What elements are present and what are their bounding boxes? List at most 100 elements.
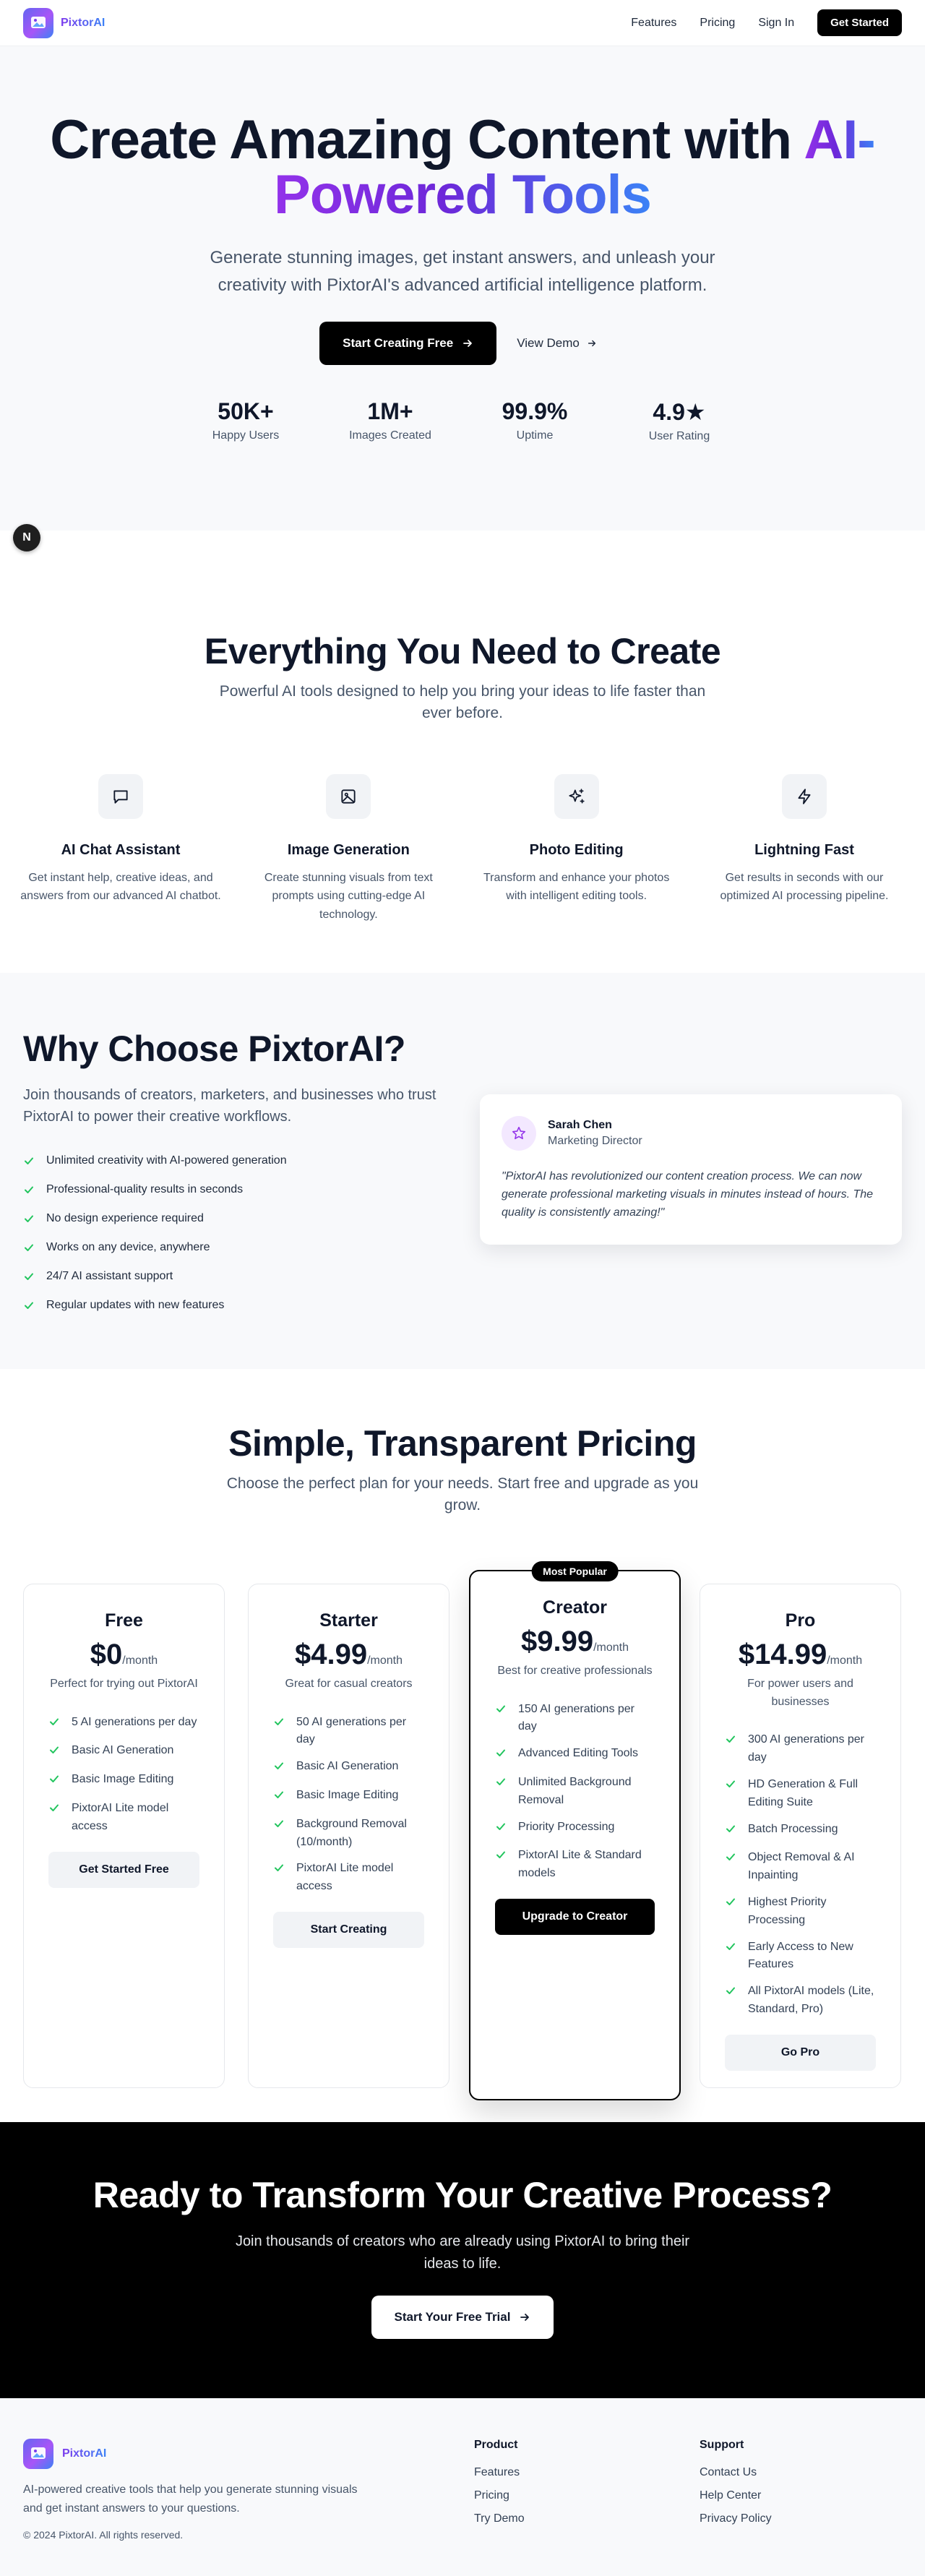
check-icon bbox=[725, 1849, 736, 1885]
plan-feature-text: PixtorAI Lite model access bbox=[72, 1802, 169, 1832]
check-icon bbox=[48, 1771, 60, 1791]
plan-price: $0/month bbox=[48, 1639, 199, 1671]
plan-name: Starter bbox=[319, 1610, 378, 1631]
check-icon bbox=[495, 1701, 507, 1737]
arrow-right-icon bbox=[588, 340, 595, 346]
check-icon bbox=[25, 1302, 33, 1309]
check-icon bbox=[495, 1774, 507, 1810]
pricing-section: Simple, Transparent Pricing Choose the p… bbox=[0, 1369, 925, 2122]
get-started-free-button[interactable]: Get Started Free bbox=[48, 1851, 199, 1888]
plan-feature-text: Early Access to New Features bbox=[748, 1940, 853, 1971]
plan-feature: Unlimited Background Removal bbox=[495, 1774, 655, 1810]
plan-desc: Perfect for trying out PixtorAI bbox=[50, 1677, 198, 1690]
stat-images-created: 1M+ Images Created bbox=[318, 398, 462, 443]
footer-link-contact-us[interactable]: Contact Us bbox=[700, 2466, 772, 2479]
features-subtitle: Powerful AI tools designed to help you b… bbox=[219, 683, 706, 722]
cta-title: Ready to Transform Your Creative Process… bbox=[92, 2175, 832, 2215]
top-nav: PixtorAI Features Pricing Sign In Get St… bbox=[0, 0, 925, 46]
testimonial-role: Marketing Director bbox=[548, 1135, 642, 1147]
pricing-subtitle: Choose the perfect plan for your needs. … bbox=[226, 1475, 699, 1514]
stat-value: 1M+ bbox=[367, 398, 413, 424]
footer-link-try-demo[interactable]: Try Demo bbox=[474, 2512, 525, 2525]
check-icon bbox=[495, 1819, 507, 1839]
view-demo-label: View Demo bbox=[517, 335, 580, 350]
check-icon bbox=[495, 1745, 507, 1765]
stat-label: Uptime bbox=[516, 429, 554, 442]
hero-title-highlight-2: Powered Tools bbox=[274, 164, 652, 226]
feature-desc: Transform and enhance your photos with i… bbox=[483, 871, 670, 903]
cta-section: Ready to Transform Your Creative Process… bbox=[0, 2122, 925, 2398]
start-creating-button[interactable]: Start Creating bbox=[273, 1912, 424, 1949]
plan-price-period: /month bbox=[827, 1654, 863, 1667]
hero-title-main: Create Amazing Content with bbox=[50, 109, 792, 171]
hero-cta-group: Start Creating Free View Demo bbox=[0, 321, 925, 365]
image-icon bbox=[326, 773, 371, 819]
footer-link-privacy-policy[interactable]: Privacy Policy bbox=[700, 2512, 772, 2525]
plan-feature: HD Generation & Full Editing Suite bbox=[725, 1776, 876, 1812]
check-icon bbox=[725, 1894, 736, 1930]
plan-desc: Best for creative professionals bbox=[497, 1664, 653, 1677]
upgrade-to-creator-button[interactable]: Upgrade to Creator bbox=[495, 1899, 655, 1936]
feature-card: Photo Editing Transform and enhance your… bbox=[472, 773, 681, 924]
sparkles-icon bbox=[554, 773, 599, 819]
hero-title-highlight-1: AI- bbox=[804, 109, 875, 171]
plan-price-period: /month bbox=[593, 1641, 629, 1654]
check-icon bbox=[25, 1244, 33, 1251]
start-creating-free-button[interactable]: Start Creating Free bbox=[319, 321, 497, 365]
feature-desc: Get results in seconds with our optimize… bbox=[720, 871, 889, 903]
testimonial-author: Sarah Chen Marketing Director bbox=[548, 1119, 642, 1148]
feature-grid: AI Chat Assistant Get instant help, crea… bbox=[0, 773, 925, 924]
plan-feature-text: 50 AI generations per day bbox=[296, 1715, 407, 1746]
pricing-title: Simple, Transparent Pricing bbox=[228, 1423, 697, 1464]
plan-feature: 5 AI generations per day bbox=[48, 1714, 199, 1734]
nav-link-features[interactable]: Features bbox=[631, 17, 676, 30]
pricing-cards: Free $0/month Perfect for trying out Pix… bbox=[0, 1517, 925, 2100]
check-icon bbox=[25, 1273, 33, 1280]
plan-price: $9.99/month bbox=[495, 1626, 655, 1658]
benefit-text: Professional-quality results in seconds bbox=[46, 1183, 244, 1195]
footer: PixtorAI AI-powered creative tools that … bbox=[0, 2398, 925, 2576]
plan-feature-text: HD Generation & Full Editing Suite bbox=[748, 1778, 859, 1808]
plan-name: Pro bbox=[785, 1610, 816, 1631]
plan-feature-text: Basic Image Editing bbox=[72, 1773, 174, 1786]
feature-card: Image Generation Create stunning visuals… bbox=[244, 773, 453, 924]
plan-feature-text: Basic Image Editing bbox=[296, 1789, 399, 1802]
hero-section: Create Amazing Content with AI- Powered … bbox=[0, 46, 925, 551]
plan-feature: Priority Processing bbox=[495, 1819, 655, 1839]
nav-link-sign-in[interactable]: Sign In bbox=[758, 17, 794, 30]
feature-card: Lightning Fast Get results in seconds wi… bbox=[700, 773, 909, 924]
plan-feature: 300 AI generations per day bbox=[725, 1731, 876, 1767]
benefit-text: 24/7 AI assistant support bbox=[46, 1270, 173, 1282]
check-icon bbox=[725, 1731, 736, 1767]
footer-link-features[interactable]: Features bbox=[474, 2466, 525, 2479]
plan-feature: PixtorAI Lite model access bbox=[48, 1800, 199, 1836]
check-icon bbox=[725, 1776, 736, 1812]
nav-link-pricing[interactable]: Pricing bbox=[700, 17, 735, 30]
pricing-card-free: Free $0/month Perfect for trying out Pix… bbox=[23, 1583, 225, 2088]
get-started-button[interactable]: Get Started bbox=[817, 9, 902, 36]
stat-happy-users: 50K+ Happy Users bbox=[173, 398, 318, 443]
feature-desc: Create stunning visuals from text prompt… bbox=[264, 871, 433, 922]
plan-feature-text: Unlimited Background Removal bbox=[518, 1776, 632, 1806]
benefit-item: Regular updates with new features bbox=[23, 1291, 902, 1320]
plan-feature: Background Removal (10/month) bbox=[273, 1816, 424, 1852]
check-icon bbox=[273, 1714, 285, 1750]
benefit-text: Unlimited creativity with AI-powered gen… bbox=[46, 1154, 287, 1167]
n-badge-button[interactable]: N bbox=[13, 524, 40, 551]
footer-product-column: Product Features Pricing Try Demo bbox=[474, 2439, 525, 2536]
start-free-trial-button[interactable]: Start Your Free Trial bbox=[371, 2296, 554, 2339]
plan-feature-text: Highest Priority Processing bbox=[748, 1896, 827, 1926]
view-demo-button[interactable]: View Demo bbox=[508, 322, 606, 365]
feature-title: Photo Editing bbox=[529, 841, 624, 858]
footer-link-help-center[interactable]: Help Center bbox=[700, 2489, 772, 2502]
plan-desc: Great for casual creators bbox=[285, 1677, 413, 1690]
logo-icon bbox=[23, 2439, 53, 2469]
go-pro-button[interactable]: Go Pro bbox=[725, 2034, 876, 2071]
plan-price: $14.99/month bbox=[725, 1639, 876, 1671]
stat-value: 4.9★ bbox=[653, 398, 706, 425]
plan-feature-text: PixtorAI Lite & Standard models bbox=[518, 1849, 642, 1880]
check-icon bbox=[25, 1157, 33, 1164]
footer-link-pricing[interactable]: Pricing bbox=[474, 2489, 525, 2502]
plan-feature: Basic Image Editing bbox=[273, 1787, 424, 1807]
brand-link[interactable]: PixtorAI bbox=[23, 7, 105, 38]
